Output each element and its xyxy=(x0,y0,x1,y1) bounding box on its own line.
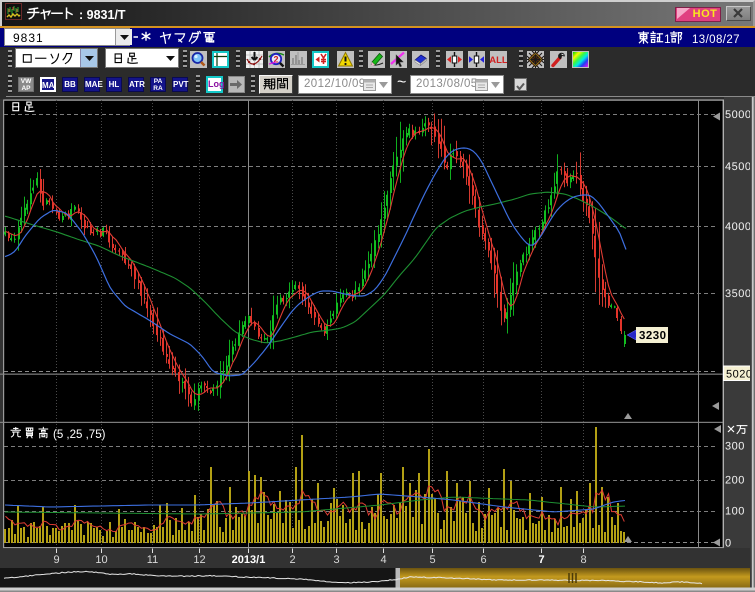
svg-text:2: 2 xyxy=(289,554,295,566)
svg-text:5000: 5000 xyxy=(725,109,751,121)
svg-text:12: 12 xyxy=(193,554,205,566)
svg-text:0: 0 xyxy=(725,538,732,550)
svg-text:4500: 4500 xyxy=(725,161,751,173)
svg-text:4000: 4000 xyxy=(725,221,751,233)
svg-text:8: 8 xyxy=(580,554,586,566)
svg-text:3230: 3230 xyxy=(639,330,667,342)
svg-text:2013/1: 2013/1 xyxy=(232,554,266,566)
svg-text:10: 10 xyxy=(95,554,107,566)
svg-text:6: 6 xyxy=(480,554,486,566)
svg-text:5: 5 xyxy=(429,554,435,566)
svg-text:1: 1 xyxy=(664,32,671,46)
svg-text:5020: 5020 xyxy=(726,369,752,381)
svg-text:4: 4 xyxy=(380,554,386,566)
svg-text:100: 100 xyxy=(725,506,745,518)
svg-text:7: 7 xyxy=(538,554,544,566)
svg-text:9: 9 xyxy=(53,554,59,566)
svg-text:ALL: ALL xyxy=(490,55,507,66)
svg-text:(5 ,25 ,75): (5 ,25 ,75) xyxy=(53,429,106,441)
svg-text:: 9831/T: : 9831/T xyxy=(79,8,126,22)
svg-text:200: 200 xyxy=(725,475,745,487)
svg-text:11: 11 xyxy=(147,554,158,566)
svg-text:300: 300 xyxy=(725,441,745,453)
svg-text:13/08/27: 13/08/27 xyxy=(692,34,740,46)
svg-text:3: 3 xyxy=(333,554,339,566)
svg-text:3500: 3500 xyxy=(725,288,751,300)
